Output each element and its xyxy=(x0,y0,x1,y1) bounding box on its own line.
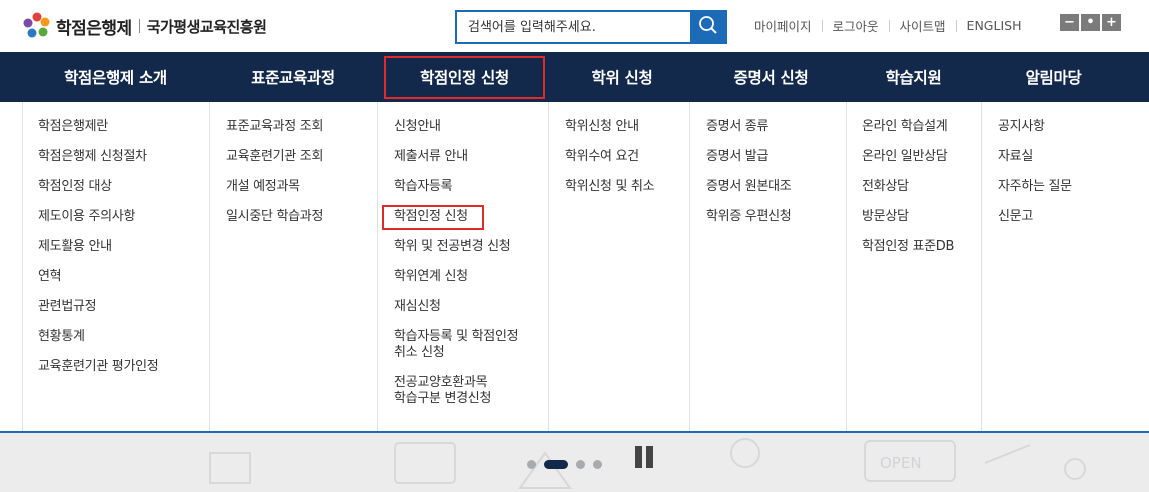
nav-learning-support[interactable]: 학습지원 xyxy=(846,52,981,102)
submenu-item[interactable]: 학습자등록 및 학점인정 취소 신청 xyxy=(394,329,548,361)
utility-links: 마이페이지 로그아웃 사이트맵 ENGLISH xyxy=(754,16,1021,35)
open-sign-text: OPEN xyxy=(880,454,922,472)
pause-icon xyxy=(635,446,642,468)
submenu-item[interactable]: 학위신청 및 취소 xyxy=(565,179,696,195)
submenu-item[interactable]: 학위연계 신청 xyxy=(394,269,548,285)
submenu-column-about: 학점은행제란 학점은행제 신청절차 학점인정 대상 제도이용 주의사항 제도활용… xyxy=(22,102,209,432)
zoom-out-button[interactable]: − xyxy=(1060,14,1079,31)
nav-degree-application[interactable]: 학위 신청 xyxy=(548,52,696,102)
submenu-panel: 학점은행제란 학점은행제 신청절차 학점인정 대상 제도이용 주의사항 제도활용… xyxy=(0,102,1149,432)
submenu-item[interactable]: 제도이용 주의사항 xyxy=(38,209,209,225)
submenu-item[interactable]: 현황통계 xyxy=(38,329,209,345)
submenu-item[interactable]: 신청안내 xyxy=(394,119,548,135)
submenu-item[interactable]: 학위수여 요건 xyxy=(565,149,696,165)
submenu-item[interactable]: 자료실 xyxy=(998,149,1149,165)
submenu-column-notice: 공지사항 자료실 자주하는 질문 신문고 xyxy=(981,102,1149,432)
submenu-item[interactable]: 교육훈련기관 평가인정 xyxy=(38,359,209,375)
submenu-item[interactable]: 학점인정 대상 xyxy=(38,179,209,195)
logout-link[interactable]: 로그아웃 xyxy=(833,16,879,35)
font-zoom-controls: − • + xyxy=(1060,14,1121,31)
logo-title: 학점은행제 xyxy=(56,18,132,39)
submenu-item[interactable]: 학습자등록 xyxy=(394,179,548,195)
pause-icon xyxy=(646,446,653,468)
util-divider xyxy=(888,19,890,32)
submenu-item[interactable]: 일시중단 학습과정 xyxy=(226,209,377,225)
flower-logo-icon xyxy=(22,11,52,41)
submenu-item[interactable]: 온라인 학습설계 xyxy=(862,119,981,135)
submenu-item[interactable]: 학위증 우편신청 xyxy=(706,209,846,225)
submenu-item[interactable]: 연혁 xyxy=(38,269,209,285)
util-divider xyxy=(955,19,957,32)
site-header: 학점은행제 국가평생교육진흥원 마이페이지 로그아웃 사이트맵 ENGLISH … xyxy=(0,0,1149,52)
submenu-item[interactable]: 신문고 xyxy=(998,209,1149,225)
nav-curriculum[interactable]: 표준교육과정 xyxy=(209,52,377,102)
submenu-item[interactable]: 증명서 발급 xyxy=(706,149,846,165)
site-logo[interactable]: 학점은행제 국가평생교육진흥원 xyxy=(22,11,267,41)
submenu-column-certificate: 증명서 종류 증명서 발급 증명서 원본대조 학위증 우편신청 xyxy=(689,102,846,432)
slide-dot[interactable] xyxy=(527,460,536,469)
submenu-highlight-box xyxy=(382,205,484,230)
submenu-item[interactable]: 전화상담 xyxy=(862,179,981,195)
submenu-item[interactable]: 관련법규정 xyxy=(38,299,209,315)
mypage-link[interactable]: 마이페이지 xyxy=(754,16,812,35)
submenu-item[interactable]: 증명서 원본대조 xyxy=(706,179,846,195)
submenu-column-curriculum: 표준교육과정 조회 교육훈련기관 조회 개설 예정과목 일시중단 학습과정 xyxy=(209,102,377,432)
submenu-item[interactable]: 전공교양호환과목 학습구분 변경신청 xyxy=(394,375,548,407)
english-link[interactable]: ENGLISH xyxy=(967,18,1022,33)
slide-dot[interactable] xyxy=(593,460,602,469)
util-divider xyxy=(821,19,823,32)
submenu-item[interactable]: 방문상담 xyxy=(862,209,981,225)
submenu-item[interactable]: 표준교육과정 조회 xyxy=(226,119,377,135)
submenu-item[interactable]: 제출서류 안내 xyxy=(394,149,548,165)
submenu-item[interactable]: 공지사항 xyxy=(998,119,1149,135)
pause-button[interactable] xyxy=(635,446,655,468)
zoom-reset-button[interactable]: • xyxy=(1081,14,1100,31)
submenu-column-learning-support: 온라인 학습설계 온라인 일반상담 전화상담 방문상담 학점인정 표준DB xyxy=(846,102,981,432)
submenu-item[interactable]: 온라인 일반상담 xyxy=(862,149,981,165)
sitemap-link[interactable]: 사이트맵 xyxy=(900,16,946,35)
submenu-item[interactable]: 증명서 종류 xyxy=(706,119,846,135)
logo-org-name: 국가평생교육진흥원 xyxy=(146,17,267,36)
main-banner-strip: OPEN xyxy=(0,431,1149,492)
submenu-column-degree: 학위신청 안내 학위수여 요건 학위신청 및 취소 xyxy=(548,102,696,432)
submenu-item[interactable]: 학점인정 표준DB xyxy=(862,239,981,255)
nav-highlight-box xyxy=(384,56,545,99)
search-button[interactable] xyxy=(690,12,725,42)
submenu-item[interactable]: 학점은행제 신청절차 xyxy=(38,149,209,165)
nav-notice[interactable]: 알림마당 xyxy=(981,52,1126,102)
slide-indicator xyxy=(527,460,602,469)
search-input[interactable] xyxy=(457,12,690,42)
submenu-item[interactable]: 제도활용 안내 xyxy=(38,239,209,255)
submenu-item[interactable]: 자주하는 질문 xyxy=(998,179,1149,195)
submenu-item[interactable]: 학점은행제란 xyxy=(38,119,209,135)
main-navigation: 학점은행제 소개 표준교육과정 학점인정 신청 학위 신청 증명서 신청 학습지… xyxy=(0,52,1149,102)
submenu-item[interactable]: 재심신청 xyxy=(394,299,548,315)
search-icon xyxy=(698,15,718,39)
search-bar xyxy=(455,10,727,44)
submenu-item[interactable]: 학위 및 전공변경 신청 xyxy=(394,239,548,255)
submenu-column-credit-application: 신청안내 제출서류 안내 학습자등록 학점인정 신청 학위 및 전공변경 신청 … xyxy=(377,102,548,432)
nav-certificate[interactable]: 증명서 신청 xyxy=(696,52,846,102)
slide-dot[interactable] xyxy=(576,460,585,469)
zoom-in-button[interactable]: + xyxy=(1102,14,1121,31)
logo-divider xyxy=(138,19,140,33)
slide-dot-active[interactable] xyxy=(544,460,568,469)
submenu-item[interactable]: 교육훈련기관 조회 xyxy=(226,149,377,165)
submenu-item[interactable]: 개설 예정과목 xyxy=(226,179,377,195)
nav-about[interactable]: 학점은행제 소개 xyxy=(22,52,209,102)
submenu-item[interactable]: 학위신청 안내 xyxy=(565,119,696,135)
